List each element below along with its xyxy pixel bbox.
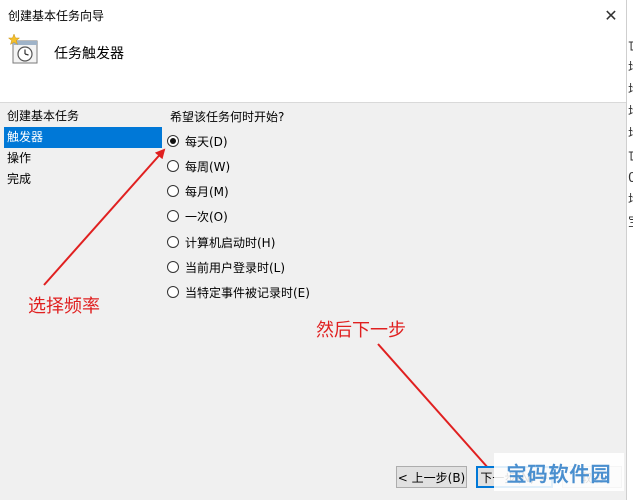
radio-label: 每天(D) — [185, 134, 228, 149]
window-title: 创建基本任务向导 — [8, 9, 105, 23]
radio-label: 每周(W) — [185, 159, 231, 174]
radio-label: 计算机启动时(H) — [185, 235, 276, 250]
background-glyph: 圪 — [628, 84, 633, 98]
background-glyph: 亡 — [628, 150, 633, 164]
background-glyph: 宝 — [628, 216, 633, 230]
sidebar-item-create-basic-task[interactable]: 创建基本任务 — [4, 106, 162, 127]
radio-computer-startup[interactable]: 计算机启动时(H) — [167, 233, 275, 251]
radio-button[interactable] — [167, 236, 179, 248]
background-glyph: 0 — [628, 172, 633, 186]
sidebar-item-finish[interactable]: 完成 — [4, 169, 162, 190]
radio-event-logged[interactable]: 当特定事件被记录时(E) — [167, 283, 310, 301]
trigger-question: 希望该任务何时开始? — [170, 110, 285, 124]
annotation-next-step: 然后下一步 — [316, 320, 406, 341]
radio-weekly[interactable]: 每周(W) — [167, 157, 230, 175]
wizard-steps-sidebar: 创建基本任务 触发器 操作 完成 — [4, 106, 162, 446]
radio-button[interactable] — [167, 160, 179, 172]
radio-label: 当特定事件被记录时(E) — [185, 285, 310, 300]
title-bar: 创建基本任务向导 ✕ — [0, 0, 633, 30]
radio-daily[interactable]: 每天(D) — [167, 132, 228, 150]
radio-button[interactable] — [167, 286, 179, 298]
background-window-edge: 亡 圪 圪 圪 圪 亡 0 圪 宝 — [626, 0, 633, 500]
radio-button[interactable] — [167, 210, 179, 222]
sidebar-item-trigger[interactable]: 触发器 — [4, 127, 162, 148]
back-button[interactable]: < 上一步(B) — [396, 466, 467, 488]
wizard-header: 任务触发器 — [0, 30, 626, 103]
site-watermark: 宝码软件园 — [494, 453, 624, 491]
background-glyph: 圪 — [628, 62, 633, 76]
close-button[interactable]: ✕ — [596, 0, 626, 30]
background-glyph: 亡 — [628, 40, 633, 54]
radio-label: 每月(M) — [185, 184, 229, 199]
page-title: 任务触发器 — [54, 46, 124, 62]
radio-monthly[interactable]: 每月(M) — [167, 182, 229, 200]
background-glyph: 圪 — [628, 128, 633, 142]
radio-user-logon[interactable]: 当前用户登录时(L) — [167, 258, 285, 276]
radio-once[interactable]: 一次(O) — [167, 207, 228, 225]
radio-button[interactable] — [167, 135, 179, 147]
background-glyph: 圪 — [628, 194, 633, 208]
sidebar-item-action[interactable]: 操作 — [4, 148, 162, 169]
close-icon: ✕ — [604, 5, 618, 25]
task-clock-icon — [8, 34, 38, 64]
annotation-select-frequency: 选择频率 — [28, 296, 100, 317]
radio-label: 当前用户登录时(L) — [185, 260, 286, 275]
radio-button[interactable] — [167, 261, 179, 273]
arrow-to-next-button — [377, 343, 499, 480]
radio-label: 一次(O) — [185, 209, 228, 224]
radio-button[interactable] — [167, 185, 179, 197]
background-glyph: 圪 — [628, 106, 633, 120]
